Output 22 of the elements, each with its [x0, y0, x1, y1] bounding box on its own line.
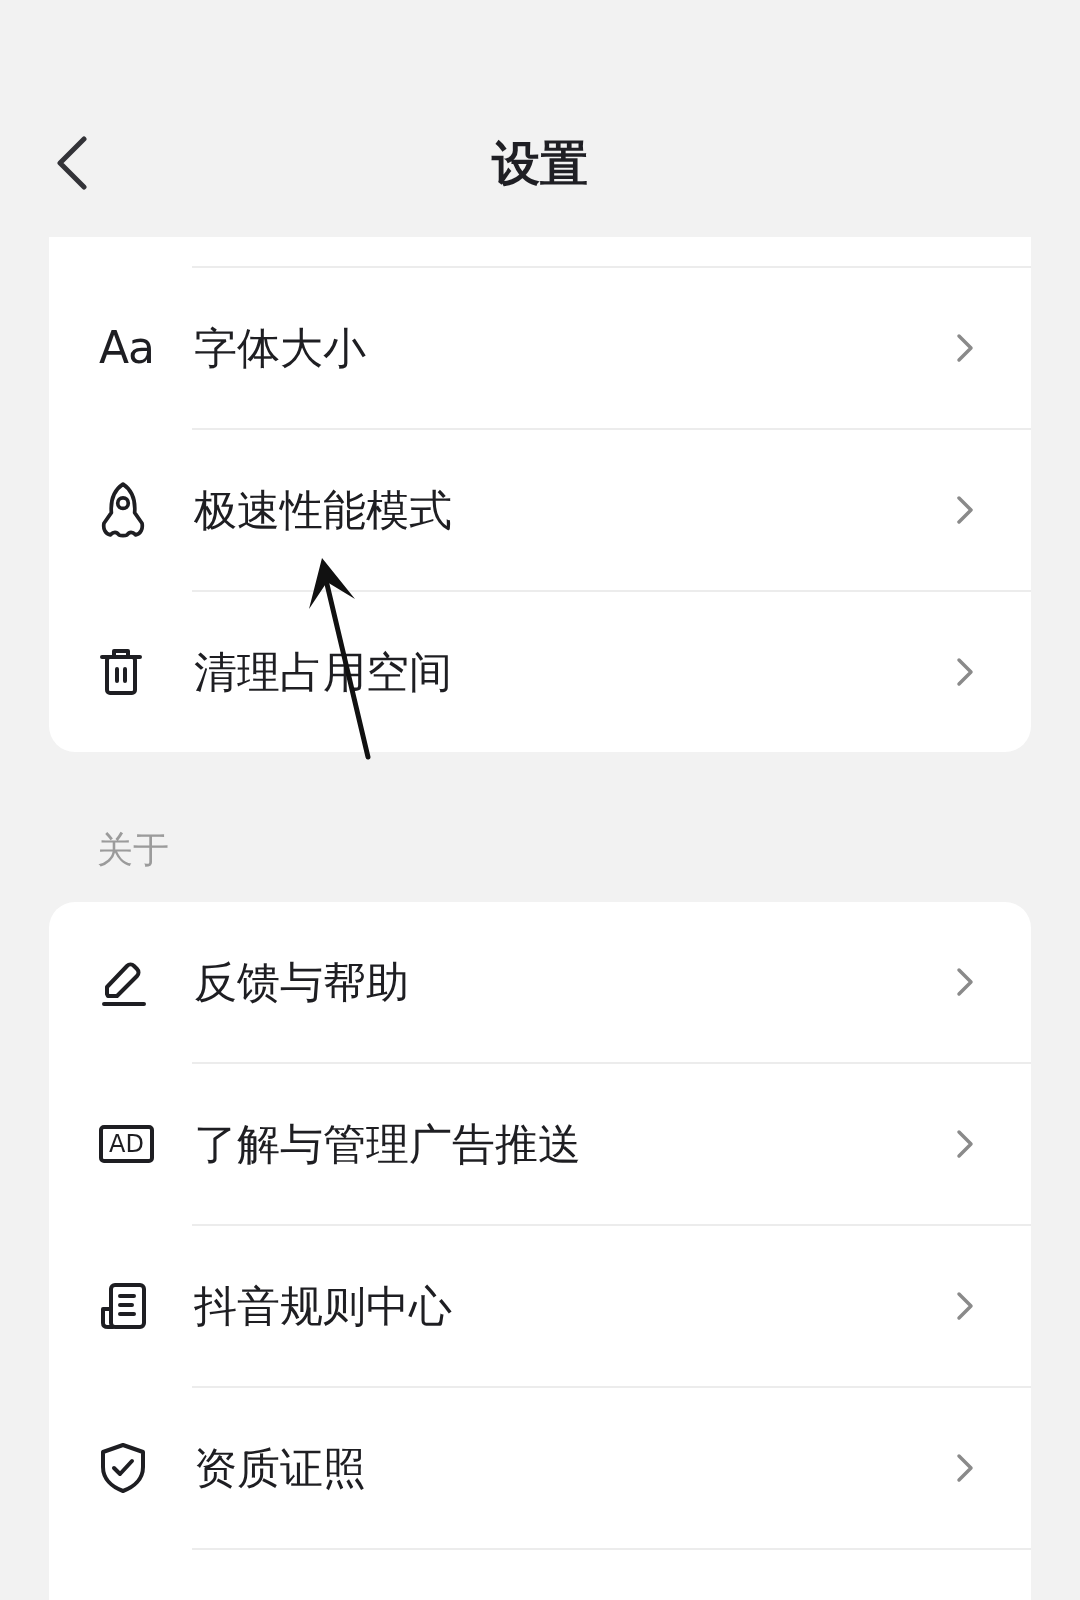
chevron-right-icon — [955, 1129, 975, 1159]
back-icon[interactable] — [56, 136, 88, 190]
settings-item[interactable]: 反馈与帮助 — [49, 902, 1031, 1062]
trash-icon — [99, 648, 143, 696]
document-icon — [99, 1282, 147, 1330]
settings-item[interactable]: 抖音规则中心 — [49, 1226, 1031, 1386]
settings-item[interactable]: 资质证照 — [49, 1388, 1031, 1548]
chevron-right-icon — [955, 657, 975, 687]
settings-item[interactable]: Aa 字体大小 — [49, 268, 1031, 428]
chevron-right-icon — [955, 333, 975, 363]
settings-item[interactable]: AD 了解与管理广告推送 — [49, 1064, 1031, 1224]
rocket-icon — [99, 482, 147, 538]
settings-item[interactable]: 极速性能模式 — [49, 430, 1031, 590]
chevron-right-icon — [955, 967, 975, 997]
chevron-right-icon — [955, 1291, 975, 1321]
page-title: 设置 — [492, 134, 588, 193]
shield-check-icon — [99, 1442, 147, 1494]
font-size-icon: Aa — [99, 323, 155, 373]
section-title: 关于 — [97, 828, 169, 872]
chevron-right-icon — [955, 495, 975, 525]
ad-icon: AD — [99, 1125, 154, 1163]
chevron-right-icon — [955, 1453, 975, 1483]
